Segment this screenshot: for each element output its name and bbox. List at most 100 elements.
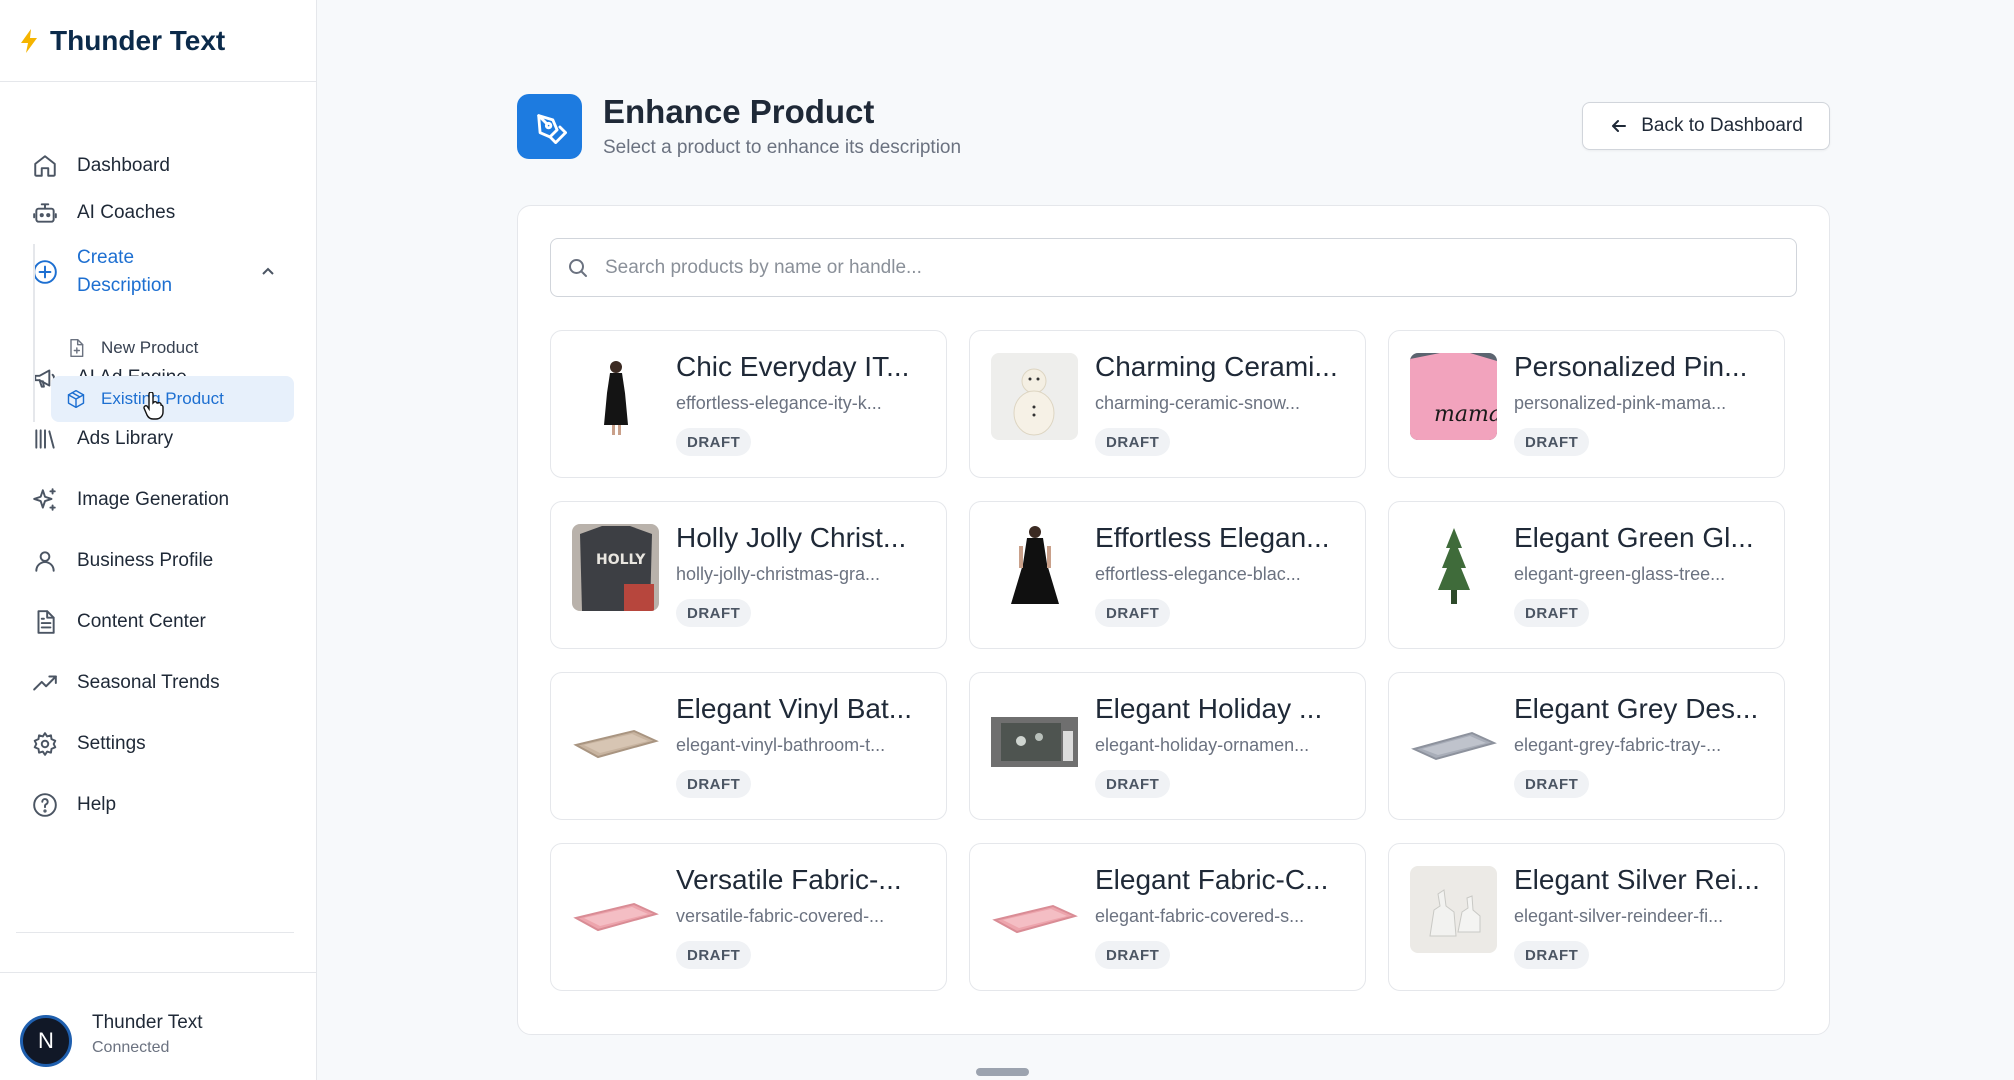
subnav-divider (33, 244, 35, 422)
product-handle: elegant-green-glass-tree... (1514, 564, 1726, 584)
product-title: Chic Everyday IT... (676, 351, 910, 382)
sidebar-item-dashboard[interactable]: Dashboard (16, 142, 294, 190)
arrow-left-icon (1612, 120, 1627, 132)
status-badge: DRAFT (676, 428, 752, 456)
sidebar-subitem-new-product[interactable]: New Product (51, 325, 294, 371)
user-name: Thunder Text (92, 1012, 203, 1033)
product-handle: versatile-fabric-covered-... (676, 906, 885, 926)
product-handle: effortless-elegance-ity-k... (676, 393, 882, 413)
page-title: Enhance Product (603, 93, 875, 130)
product-card[interactable]: Charming Cerami... charming-ceramic-snow… (969, 330, 1366, 478)
sidebar-item-seasonal-trends[interactable]: Seasonal Trends (16, 659, 294, 707)
product-handle: elegant-fabric-covered-s... (1095, 906, 1305, 926)
product-thumbnail: mama (1410, 353, 1497, 440)
sidebar-item-image-generation[interactable]: Image Generation (16, 476, 294, 524)
home-icon (31, 152, 59, 180)
chevron-up-icon[interactable] (260, 264, 276, 280)
package-icon (65, 388, 87, 410)
sidebar-item-ads-library[interactable]: Ads Library (16, 415, 294, 463)
status-badge: DRAFT (1514, 941, 1590, 969)
user-icon (31, 547, 59, 575)
product-thumbnail (991, 695, 1078, 782)
status-badge: DRAFT (676, 599, 752, 627)
sidebar-item-label: Image Generation (77, 489, 230, 510)
product-handle: elegant-grey-fabric-tray-... (1514, 735, 1722, 755)
sidebar-item-ai-coaches[interactable]: AI Coaches (16, 189, 294, 237)
sidebar-item-business-profile[interactable]: Business Profile (16, 537, 294, 585)
search-input[interactable] (605, 256, 1705, 279)
status-badge: DRAFT (1514, 770, 1590, 798)
product-thumbnail: HOLLY (572, 524, 659, 611)
product-card[interactable]: Elegant Grey Des... elegant-grey-fabric-… (1388, 672, 1785, 820)
product-title: Elegant Grey Des... (1514, 693, 1759, 724)
avatar[interactable]: N (20, 1015, 72, 1067)
product-title: Elegant Vinyl Bat... (676, 693, 913, 724)
product-card[interactable]: HOLLY Holly Jolly Christ... holly-jolly-… (550, 501, 947, 649)
product-title: Elegant Silver Rei... (1514, 864, 1760, 895)
brand-name: Thunder Text (50, 24, 226, 56)
brand[interactable]: Thunder Text (0, 0, 316, 82)
product-thumbnail (1410, 866, 1497, 953)
product-card[interactable]: Elegant Fabric-C... elegant-fabric-cover… (969, 843, 1366, 991)
sidebar-item-label: Dashboard (77, 155, 170, 176)
page-subtitle: Select a product to enhance its descript… (603, 137, 962, 158)
sidebar: Thunder Text Dashboard AI Coaches Create… (0, 0, 317, 1080)
status-badge: DRAFT (1514, 428, 1590, 456)
product-card[interactable]: Elegant Green Gl... elegant-green-glass-… (1388, 501, 1785, 649)
sidebar-item-label: Create Description (77, 247, 173, 296)
gear-icon (31, 730, 59, 758)
product-handle: holly-jolly-christmas-gra... (676, 564, 881, 584)
sidebar-item-label: Seasonal Trends (77, 672, 220, 693)
product-card[interactable]: Effortless Elegan... effortless-elegance… (969, 501, 1366, 649)
status-badge: DRAFT (1514, 599, 1590, 627)
status-badge: DRAFT (676, 770, 752, 798)
sidebar-item-label: AI Coaches (77, 202, 176, 223)
sidebar-item-label: Business Profile (77, 550, 214, 571)
product-card[interactable]: Elegant Vinyl Bat... elegant-vinyl-bathr… (550, 672, 947, 820)
trending-up-icon (31, 669, 59, 697)
sidebar-item-settings[interactable]: Settings (16, 720, 294, 768)
sidebar-item-label: Ads Library (77, 428, 174, 449)
file-text-icon (31, 608, 59, 636)
product-card[interactable]: Versatile Fabric-... versatile-fabric-co… (550, 843, 947, 991)
product-thumbnail (991, 524, 1078, 611)
product-thumbnail (1410, 695, 1497, 782)
product-handle: elegant-holiday-ornamen... (1095, 735, 1310, 755)
sidebar-item-content-center[interactable]: Content Center (16, 598, 294, 646)
status-badge: DRAFT (676, 941, 752, 969)
sidebar-divider (16, 932, 294, 933)
sidebar-subitem-label: New Product (101, 338, 199, 357)
product-thumbnail (572, 353, 659, 440)
product-thumbnail (991, 866, 1078, 953)
bot-icon (31, 199, 59, 227)
product-card[interactable]: Elegant Silver Rei... elegant-silver-rei… (1388, 843, 1785, 991)
scroll-handle[interactable] (976, 1068, 1029, 1076)
product-card[interactable]: Elegant Holiday ... elegant-holiday-orna… (969, 672, 1366, 820)
status-badge: DRAFT (1095, 941, 1171, 969)
plus-circle-icon (31, 258, 59, 286)
sidebar-item-create-description[interactable]: Create Description (16, 242, 294, 302)
product-title: Versatile Fabric-... (676, 864, 902, 895)
hand-pointer-icon (142, 391, 164, 420)
product-thumbnail (572, 695, 659, 782)
product-card[interactable]: mama Personalized Pin... personalized-pi… (1388, 330, 1785, 478)
user-status: Connected (92, 1039, 170, 1056)
sidebar-subitem-existing-product[interactable]: Existing Product (51, 376, 294, 422)
sparkles-icon (31, 486, 59, 514)
sidebar-item-label: Help (77, 794, 117, 815)
product-title: Personalized Pin... (1514, 351, 1748, 382)
sidebar-item-label: Settings (77, 733, 146, 754)
product-card[interactable]: Chic Everyday IT... effortless-elegance-… (550, 330, 947, 478)
product-title: Charming Cerami... (1095, 351, 1338, 382)
product-handle: effortless-elegance-blac... (1095, 564, 1301, 584)
svg-text:HOLLY: HOLLY (596, 552, 646, 568)
help-circle-icon (31, 791, 59, 819)
product-handle: personalized-pink-mama... (1514, 393, 1727, 413)
search-field[interactable] (550, 238, 1797, 297)
product-thumbnail (1410, 524, 1497, 611)
back-to-dashboard-button[interactable]: Back to Dashboard (1582, 102, 1830, 150)
status-badge: DRAFT (1095, 599, 1171, 627)
pen-tool-icon (517, 94, 582, 159)
product-handle: charming-ceramic-snow... (1095, 393, 1301, 413)
sidebar-item-help[interactable]: Help (16, 781, 294, 829)
